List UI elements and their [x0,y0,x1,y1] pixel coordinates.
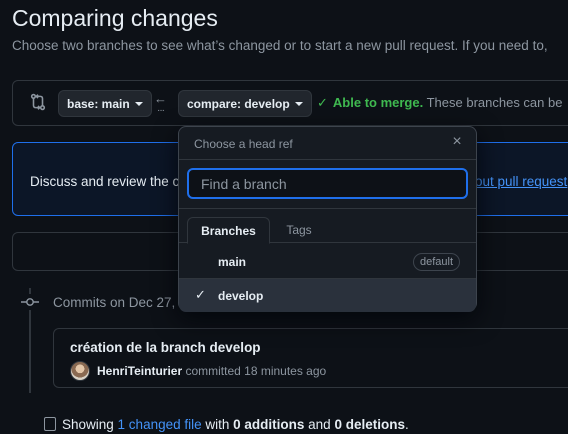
commit-author[interactable]: HenriTeinturier [97,364,182,378]
diff-summary: Showing 1 changed file with 0 additions … [44,417,409,432]
divider [179,159,476,160]
check-icon: ✓ [195,287,206,302]
deletions-count: 0 deletions [334,417,405,432]
pull-request-link[interactable]: out pull request [475,174,567,189]
commit-meta: HenriTeinturier committed 18 minutes ago [97,364,326,378]
commits-heading: Commits on Dec 27, [53,295,176,310]
commit-card: création de la branch develop HenriTeint… [53,328,568,388]
discuss-text: Discuss and review the c [30,174,180,189]
page-subtitle: Choose two branches to see what’s change… [12,38,548,53]
dots-icon: ··· [157,105,165,116]
close-icon[interactable]: × [448,133,466,151]
changed-files-link[interactable]: 1 changed file [118,417,202,432]
git-compare-icon [29,93,47,111]
summary-and: and [304,417,335,432]
compare-range-box: base: main ← ··· compare: develop ✓ Able … [12,80,568,126]
chevron-down-icon [134,101,143,106]
branch-search-input[interactable] [187,168,468,199]
summary-mid: with [201,417,234,432]
arrow-left-icon: ← [154,91,167,106]
ref-tabs: Branches Tags [179,217,476,244]
base-branch-label: base: main [67,96,130,111]
branch-item-develop[interactable]: ✓ develop [179,279,476,312]
compare-branch-label: compare: develop [187,96,290,111]
base-branch-button[interactable]: base: main [58,90,152,117]
commit-time: committed 18 minutes ago [182,364,327,378]
compare-branch-button[interactable]: compare: develop [178,90,312,117]
tab-branches[interactable]: Branches [187,217,270,244]
chevron-down-icon [294,101,303,106]
merge-status-label: Able to merge. [332,95,424,110]
commit-message[interactable]: création de la branch develop [70,340,261,355]
check-icon: ✓ [317,95,328,110]
tab-tags[interactable]: Tags [284,217,314,243]
file-diff-icon [44,417,56,431]
dropdown-title: Choose a head ref [194,137,293,151]
merge-status: ✓ Able to merge. These branches can be [317,95,562,111]
head-ref-dropdown: Choose a head ref × Branches Tags main d… [178,126,477,312]
divider [179,208,476,209]
summary-prefix: Showing [62,417,118,432]
branch-item-main[interactable]: main default [179,245,476,278]
page-title: Comparing changes [12,5,218,31]
merge-status-detail: These branches can be [426,95,563,110]
branch-name: develop [218,289,264,303]
git-commit-icon [21,294,39,310]
additions-count: 0 additions [233,417,305,432]
default-badge: default [412,253,460,271]
summary-end: . [404,417,409,432]
avatar[interactable] [70,361,90,381]
branch-name: main [218,255,247,269]
